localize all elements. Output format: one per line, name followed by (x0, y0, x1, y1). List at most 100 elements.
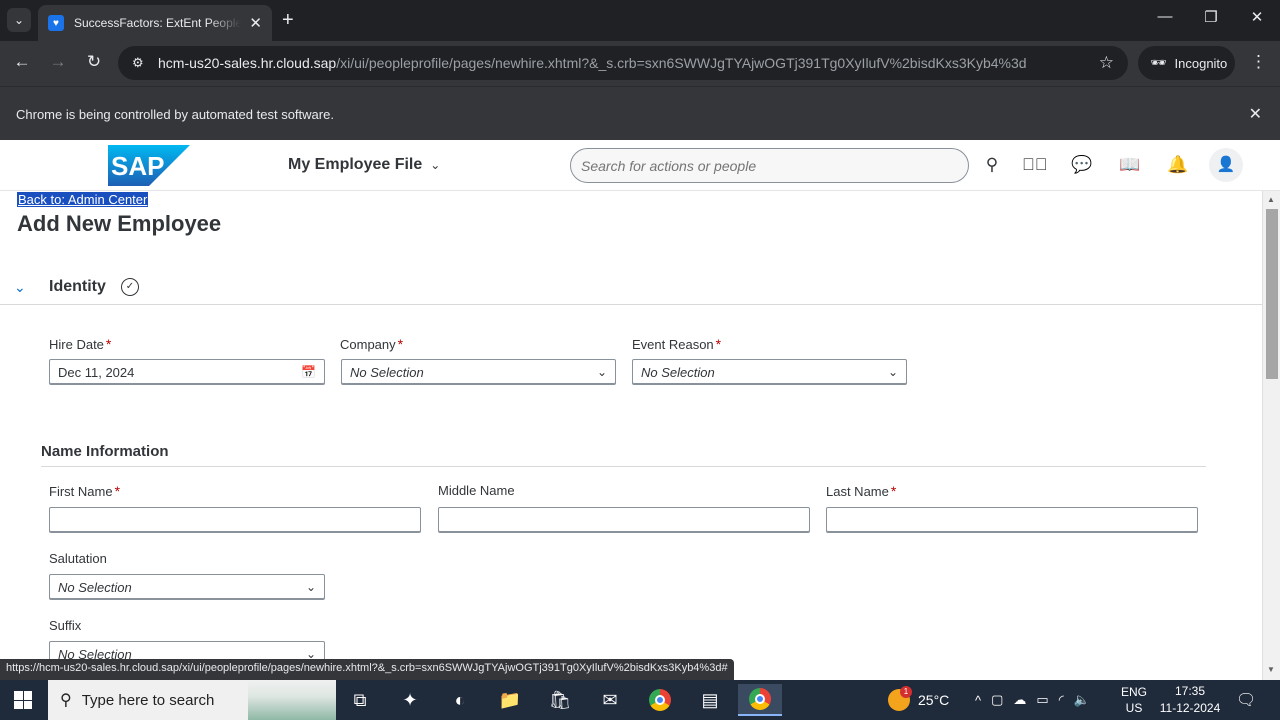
first-name-label: First Name * (49, 483, 120, 499)
address-bar[interactable]: ⚙ hcm-us20-sales.hr.cloud.sap/xi/ui/peop… (118, 46, 1128, 80)
automation-notice: Chrome is being controlled by automated … (16, 107, 334, 122)
scroll-up-arrow-icon[interactable]: ▲ (1267, 195, 1275, 204)
successfactors-favicon-icon: ♥ (48, 15, 64, 31)
event-reason-label-text: Event Reason (632, 337, 714, 352)
event-reason-select[interactable]: No Selection ⌄ (632, 359, 907, 385)
salutation-value: No Selection (58, 579, 132, 595)
taskbar-search-box[interactable]: ⚲ Type here to search (48, 680, 336, 720)
page-scrollbar[interactable]: ▲ ▼ (1262, 191, 1280, 680)
tab-strip: ⌄ ♥ SuccessFactors: ExtEnt PeopleProfile… (0, 0, 1280, 41)
weather-badge: 1 (900, 686, 912, 698)
first-name-label-text: First Name (49, 484, 113, 499)
bookmark-star-icon[interactable]: ☆ (1099, 53, 1114, 73)
salutation-select[interactable]: No Selection ⌄ (49, 574, 325, 600)
url-text[interactable]: hcm-us20-sales.hr.cloud.sap/xi/ui/people… (158, 55, 1027, 71)
hire-date-label-text: Hire Date (49, 337, 104, 352)
reload-icon[interactable]: ↻ (82, 52, 106, 72)
meet-now-icon[interactable]: ▢ (991, 692, 1003, 708)
browser-menu-icon[interactable]: ⋮ (1250, 52, 1267, 72)
salutation-label-text: Salutation (49, 551, 107, 566)
global-search-input[interactable] (570, 148, 969, 183)
middle-name-label-text: Middle Name (438, 483, 515, 498)
middle-name-label: Middle Name (438, 483, 515, 498)
salutation-label: Salutation (49, 551, 107, 566)
onedrive-icon[interactable]: ☁ (1013, 692, 1026, 708)
user-avatar[interactable]: 👤 (1209, 148, 1243, 182)
taskbar-search-text: Type here to search (81, 691, 215, 709)
chevron-down-icon: ⌄ (596, 365, 607, 379)
notification-center-icon[interactable]: 🗨 (1236, 680, 1256, 720)
wifi-icon[interactable]: ◜ (1059, 692, 1064, 708)
search-icon[interactable]: ⚲ (980, 153, 1004, 177)
tab-close-icon[interactable]: ✕ (249, 14, 262, 32)
show-hidden-icons-chevron-icon[interactable]: ^ (975, 693, 981, 708)
restore-icon[interactable]: ❐ (1199, 8, 1223, 26)
section-complete-check-icon: ✓ (121, 278, 139, 296)
scrollbar-thumb[interactable] (1266, 209, 1278, 379)
last-name-label-text: Last Name (826, 484, 889, 499)
first-name-field[interactable] (49, 507, 421, 533)
tab-search-button[interactable]: ⌄ (7, 8, 31, 32)
hire-date-field[interactable]: Dec 11, 2024 📅 (49, 359, 325, 385)
window-close-icon[interactable]: ✕ (1245, 8, 1269, 26)
battery-icon[interactable]: ▭ (1036, 692, 1048, 708)
identity-section-title: Identity (49, 278, 106, 295)
microsoft-store-icon[interactable]: 🛍 (538, 684, 582, 716)
company-label-text: Company (340, 337, 396, 352)
collapse-chevron-icon[interactable]: ⌄ (14, 279, 26, 296)
copilot-icon[interactable]: ✦ (388, 684, 432, 716)
edge-icon[interactable]: ◐ (438, 684, 482, 716)
temperature: 25°C (918, 692, 950, 708)
windows-taskbar: ⚲ Type here to search ⧉ ✦ ◐ 📁 🛍 ✉ ▤ 1 25… (0, 680, 1280, 720)
lang-bottom: US (1125, 701, 1143, 715)
identity-section-header[interactable]: ⌄ Identity ✓ (0, 275, 1262, 305)
site-info-icon[interactable]: ⚙ (132, 55, 150, 71)
new-tab-button[interactable]: + (282, 9, 294, 31)
last-name-field[interactable] (826, 507, 1198, 533)
task-view-icon[interactable]: ⧉ (338, 684, 382, 716)
url-host: hcm-us20-sales.hr.cloud.sap (158, 55, 337, 71)
chevron-down-icon: ⌄ (430, 158, 441, 172)
name-information-title: Name Information (41, 443, 169, 460)
chrome-active-icon[interactable] (738, 684, 782, 716)
minimize-icon[interactable]: — (1153, 8, 1177, 25)
back-to-admin-center-link[interactable]: Back to: Admin Center (17, 192, 149, 207)
scroll-down-arrow-icon[interactable]: ▼ (1267, 665, 1275, 674)
last-name-label: Last Name * (826, 483, 896, 499)
outlook-icon[interactable]: ✉ (588, 684, 632, 716)
system-clock[interactable]: 17:35 11-12-2024 (1156, 680, 1224, 720)
windows-start-icon[interactable] (14, 691, 32, 709)
company-select[interactable]: No Selection ⌄ (341, 359, 616, 385)
calendar-icon[interactable]: 📅 (301, 365, 316, 379)
chat-icon[interactable]: 💬 (1070, 153, 1094, 177)
page-title: Add New Employee (17, 211, 222, 236)
infobar-close-icon[interactable]: ✕ (1249, 104, 1262, 124)
suffix-label: Suffix (49, 618, 81, 633)
link-status-bubble: https://hcm-us20-sales.hr.cloud.sap/xi/u… (0, 659, 734, 680)
automation-infobar: Chrome is being controlled by automated … (0, 86, 1280, 140)
tab-title: SuccessFactors: ExtEnt PeopleProfile (74, 16, 242, 30)
language-indicator[interactable]: ENG US (1120, 680, 1148, 720)
module-picker[interactable]: My Employee File ⌄ (288, 156, 440, 174)
volume-icon[interactable]: 🔈 (1074, 692, 1090, 708)
file-explorer-icon[interactable]: 📁 (488, 684, 532, 716)
forward-arrow-icon[interactable]: → (46, 52, 70, 72)
sap-logo[interactable]: SAP (108, 145, 190, 186)
suffix-label-text: Suffix (49, 618, 82, 633)
hire-date-value: Dec 11, 2024 (58, 364, 135, 380)
chrome-icon[interactable] (638, 684, 682, 716)
browser-tab[interactable]: ♥ SuccessFactors: ExtEnt PeopleProfile ✕ (38, 5, 272, 41)
system-tray-icons: ^ ▢ ☁ ▭ ◜ 🔈 (975, 680, 1090, 720)
incognito-icon: 🕶 (1150, 55, 1167, 70)
weather-widget[interactable]: 1 25°C (888, 680, 949, 720)
required-marker: * (105, 336, 112, 352)
terminal-icon[interactable]: ▤ (688, 684, 732, 716)
incognito-label: Incognito (1174, 55, 1228, 71)
todo-check-icon[interactable]: ✓⃝ (1022, 153, 1048, 177)
divider (41, 466, 1206, 467)
middle-name-field[interactable] (438, 507, 810, 533)
notifications-bell-icon[interactable]: 🔔 (1166, 153, 1190, 177)
back-arrow-icon[interactable]: ← (10, 52, 34, 72)
incognito-indicator[interactable]: 🕶 Incognito (1138, 46, 1235, 80)
help-book-icon[interactable]: 📖 (1118, 153, 1142, 177)
